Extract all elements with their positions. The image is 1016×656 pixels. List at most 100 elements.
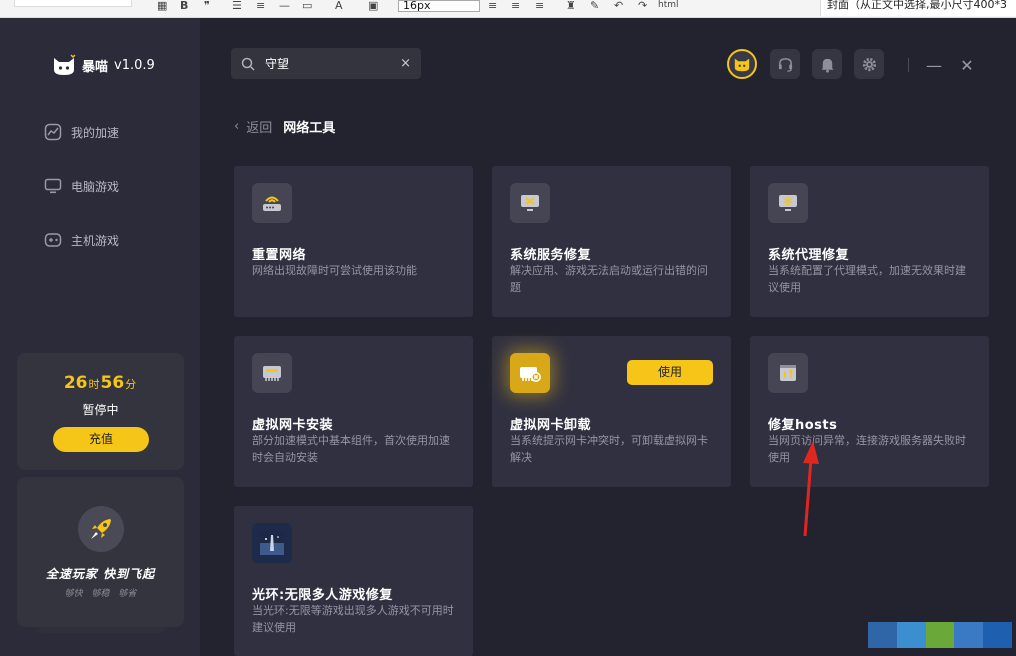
close-button[interactable]: ✕ (956, 54, 978, 76)
bullet-list-icon[interactable]: ≡ (256, 0, 265, 11)
tool-description: 网络出现故障时可尝试使用该功能 (252, 264, 417, 277)
tool-card-reset-network[interactable]: 重置网络 网络出现故障时可尝试使用该功能 (234, 166, 473, 317)
align-right-icon[interactable]: ≡ (535, 0, 544, 11)
tool-description: 当光环:无限等游戏出现多人游戏不可用时建议使用 (252, 604, 454, 634)
network-card-remove-icon (510, 353, 550, 393)
monitor-icon (44, 178, 62, 194)
html-toggle[interactable]: html (658, 0, 679, 11)
tool-card-hosts-repair[interactable]: 修复hosts 当网页访问异常，连接游戏服务器失败时使用 (750, 336, 989, 487)
list-icon[interactable]: ☰ (232, 0, 242, 11)
tool-description: 当系统提示网卡冲突时，可卸载虚拟网卡解决 (510, 434, 708, 464)
promo-tag: 够省 (118, 589, 137, 599)
clear-search-icon[interactable]: × (400, 56, 411, 71)
promo-tag: 够快 (64, 589, 83, 599)
tool-card-system-service-repair[interactable]: 系统服务修复 解决应用、游戏无法启动或运行出错的问题 (492, 166, 731, 317)
gear-icon (862, 57, 876, 71)
bold-icon[interactable]: B (180, 0, 188, 11)
redo-icon[interactable]: ↷ (638, 0, 647, 11)
align-center-icon[interactable]: ≡ (511, 0, 520, 11)
minimize-button[interactable]: — (923, 54, 945, 76)
sidebar-item-label: 主机游戏 (71, 233, 120, 248)
tool-name: 重置网络 (252, 248, 307, 263)
picture-icon[interactable]: ▭ (302, 0, 312, 11)
tool-name: 系统服务修复 (510, 248, 592, 263)
annotation-arrow-icon (803, 441, 819, 537)
remaining-minutes: 56 (100, 373, 125, 393)
settings-button[interactable] (854, 49, 884, 79)
tool-card-proxy-repair[interactable]: 系统代理修复 当系统配置了代理模式，加速无效果时建议使用 (750, 166, 989, 317)
quote-icon[interactable]: ❞ (204, 0, 210, 11)
image-icon[interactable]: ▦ (157, 0, 167, 11)
cat-logo-icon (54, 54, 76, 75)
app-version: v1.0.9 (114, 57, 155, 73)
bell-icon (820, 58, 834, 73)
promo-card-stack-edge (36, 627, 166, 633)
router-reset-icon (252, 183, 292, 223)
gamepad-icon (44, 233, 62, 247)
halo-game-thumbnail (252, 523, 292, 563)
monitor-gear-icon (768, 183, 808, 223)
cover-hint-text: 封面（从正文中选择,最小尺寸400*3 (820, 0, 1016, 16)
network-card-icon (252, 353, 292, 393)
recharge-button[interactable]: 充值 (53, 427, 149, 452)
speed-chart-icon (44, 123, 62, 141)
promo-slogan: 全速玩家 快到飞起 (45, 567, 156, 581)
search-box[interactable]: 守望 × (231, 48, 421, 79)
sidebar-item-label: 电脑游戏 (71, 179, 120, 194)
remaining-time-card: 26时56分 暂停中 充值 (17, 353, 184, 470)
cat-avatar-icon (734, 58, 750, 72)
main-panel: 守望 × — ✕ ‹ 返回 网络工具 重置网络 网络出现故障时可尝试使用该功能 … (200, 18, 1016, 656)
page-title: 网络工具 (283, 121, 336, 136)
headset-icon (778, 57, 792, 72)
brush-icon[interactable]: ✎ (590, 0, 599, 11)
promo-tag: 够稳 (91, 589, 110, 599)
search-input[interactable]: 守望 (265, 55, 400, 72)
monitor-tools-icon (510, 183, 550, 223)
support-button[interactable] (770, 49, 800, 79)
tool-card-virtual-nic-install[interactable]: 虚拟网卡安装 部分加速模式中基本组件，首次使用加速时会自动安装 (234, 336, 473, 487)
back-link[interactable]: 返回 (246, 117, 272, 136)
hours-unit: 时 (88, 378, 100, 391)
tool-description: 解决应用、游戏无法启动或运行出错的问题 (510, 264, 708, 294)
taskbar-thumbnail (868, 622, 1012, 648)
chevron-left-icon[interactable]: ‹ (234, 119, 239, 134)
brand-name: 暴喵 (82, 59, 109, 75)
sidebar-item-label: 我的加速 (71, 125, 120, 140)
editor-blank-field (14, 0, 132, 7)
notifications-button[interactable] (812, 49, 842, 79)
hosts-repair-icon (768, 353, 808, 393)
undo-icon[interactable]: ↶ (614, 0, 623, 11)
tool-card-halo-repair[interactable]: 光环:无限多人游戏修复 当光环:无限等游戏出现多人游戏不可用时建议使用 (234, 506, 473, 656)
sidebar-item-my-acceleration[interactable]: 我的加速 (44, 123, 119, 141)
tool-name: 光环:无限多人游戏修复 (252, 588, 393, 603)
highlight-icon[interactable]: ▣ (368, 0, 378, 11)
remaining-time: 26时56分 (17, 373, 184, 393)
app-logo: 暴喵 v1.0.9 (52, 54, 155, 76)
sidebar-item-console-games[interactable]: 主机游戏 (44, 231, 119, 249)
hr-icon[interactable]: — (279, 0, 290, 11)
font-color-icon[interactable]: A (335, 0, 343, 11)
promo-tags: 够快 够稳 够省 (17, 586, 184, 599)
clear-format-icon[interactable]: ♜ (566, 0, 576, 11)
font-size-select[interactable]: 16px (398, 0, 480, 12)
tool-name: 修复hosts (768, 418, 838, 433)
sidebar-item-pc-games[interactable]: 电脑游戏 (44, 177, 119, 195)
tool-description: 当系统配置了代理模式，加速无效果时建议使用 (768, 264, 966, 294)
tool-name: 系统代理修复 (768, 248, 850, 263)
align-left-icon[interactable]: ≡ (488, 0, 497, 11)
rocket-icon (78, 506, 124, 552)
tool-name: 虚拟网卡安装 (252, 418, 334, 433)
tool-description: 部分加速模式中基本组件，首次使用加速时会自动安装 (252, 434, 450, 464)
pause-status: 暂停中 (82, 403, 119, 417)
avatar[interactable] (727, 49, 757, 79)
use-button[interactable]: 使用 (627, 360, 713, 385)
tool-card-virtual-nic-uninstall[interactable]: 使用 虚拟网卡卸载 当系统提示网卡冲突时，可卸载虚拟网卡解决 (492, 336, 731, 487)
background-editor-toolbar: ▦ B ❞ ☰ ≡ — ▭ A ▣ 16px ≡ ≡ ≡ ♜ ✎ ↶ ↷ htm… (0, 0, 1016, 18)
search-icon (241, 57, 255, 71)
remaining-hours: 26 (63, 373, 88, 393)
window-controls-divider (908, 58, 909, 72)
minutes-unit: 分 (125, 378, 137, 391)
breadcrumb: ‹ 返回 网络工具 (234, 117, 335, 136)
tool-name: 虚拟网卡卸载 (510, 418, 592, 433)
promo-card[interactable]: 全速玩家 快到飞起 够快 够稳 够省 (17, 477, 184, 627)
